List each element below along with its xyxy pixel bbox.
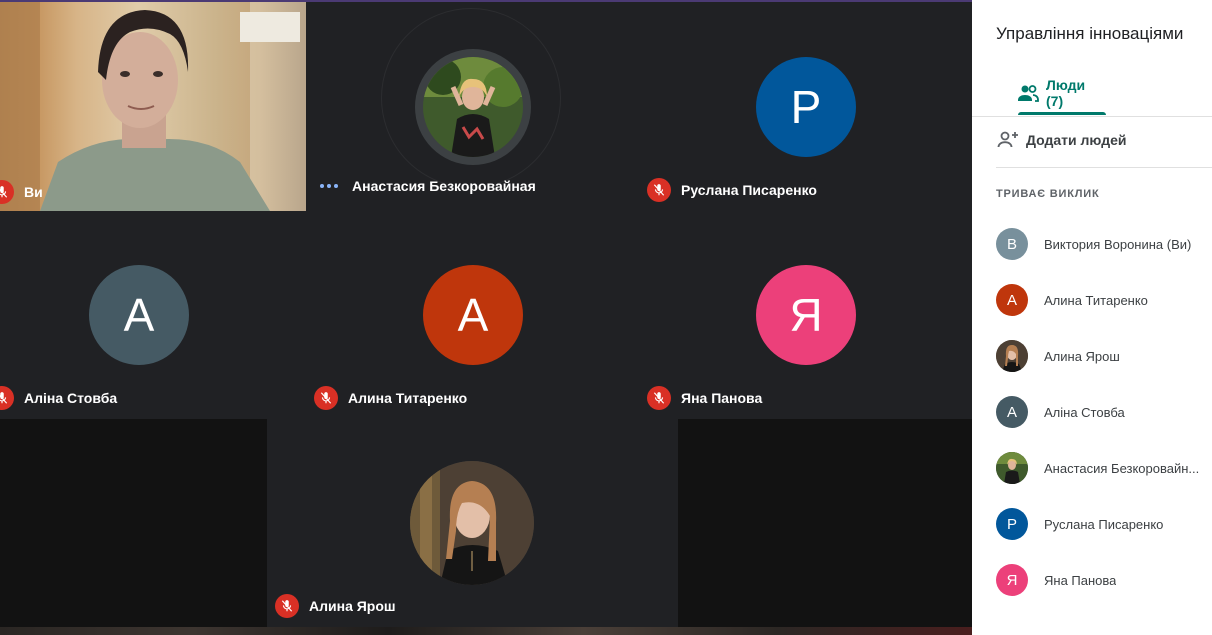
participant-name: Аліна Стовба: [24, 390, 118, 406]
people-icon: [1016, 81, 1040, 105]
participant-row[interactable]: Анастасия Безкоровайн...: [996, 452, 1212, 484]
name-tag: Алина Ярош: [275, 594, 396, 618]
name-tag: Аліна Стовба: [0, 386, 117, 410]
participant-avatar: [996, 340, 1028, 372]
add-people-label: Додати людей: [1026, 132, 1127, 148]
self-name-tag: Ви: [0, 180, 43, 204]
mic-off-icon: [0, 386, 14, 410]
participant-row-name: Виктория Воронина (Ви): [1044, 236, 1192, 252]
participant-row[interactable]: В Виктория Воронина (Ви): [996, 228, 1212, 260]
participant-row-name: Алина Титаренко: [1044, 292, 1148, 308]
tab-people[interactable]: Люди (7): [1018, 70, 1106, 116]
name-tag: Алина Титаренко: [314, 386, 467, 410]
participant-row-name: Руслана Писаренко: [1044, 516, 1164, 532]
avatar-ring: [415, 49, 531, 165]
people-panel: Управління інноваціями Люди (7) Додати л…: [972, 0, 1212, 635]
participant-avatar: В: [996, 228, 1028, 260]
participant-name: Анастасия Безкоровайная: [352, 178, 536, 194]
avatar-initial: А: [123, 289, 155, 341]
mic-off-icon: [647, 386, 671, 410]
mic-off-icon: [275, 594, 299, 618]
participant-avatar: [996, 452, 1028, 484]
participant-avatar: А: [996, 284, 1028, 316]
avatar: [423, 57, 523, 157]
name-tag: Яна Панова: [647, 386, 762, 410]
participant-name: Алина Ярош: [309, 598, 396, 614]
avatar-initial: Я: [789, 289, 823, 341]
participant-avatar: А: [996, 396, 1028, 428]
avatar: А: [89, 265, 189, 365]
name-tag: Анастасия Безкоровайная: [318, 178, 536, 194]
section-header: ТРИВАЄ ВИКЛИК: [996, 188, 1100, 200]
participant-name: Алина Титаренко: [348, 390, 468, 406]
empty-slot: [678, 419, 972, 627]
participant-row-name: Алина Ярош: [1044, 348, 1120, 364]
avatar: [410, 461, 534, 585]
bottom-strip: [0, 627, 972, 635]
avatar-initial: А: [457, 289, 489, 341]
participant-avatar: Я: [996, 564, 1028, 596]
participant-row-name: Анастасия Безкоровайн...: [1044, 460, 1200, 476]
self-video-feed: [0, 2, 306, 211]
participant-name: Руслана Писаренко: [681, 182, 817, 198]
tab-people-label: Люди (7): [1046, 77, 1086, 109]
avatar: Р: [756, 57, 856, 157]
participant-row[interactable]: А Алина Титаренко: [996, 284, 1212, 316]
meeting-title: Управління інноваціями: [996, 24, 1184, 43]
avatar: А: [423, 265, 523, 365]
avatar-photo: [410, 461, 534, 585]
empty-slot: [0, 419, 267, 627]
participant-row[interactable]: Алина Ярош: [996, 340, 1212, 372]
avatar-initial: Р: [790, 81, 822, 133]
participant-tile-alina-stovba[interactable]: А Аліна Стовба: [0, 210, 306, 419]
participant-tile-anastasia[interactable]: Анастасия Безкоровайная: [306, 0, 639, 210]
self-label: Ви: [24, 184, 43, 200]
add-people-button[interactable]: Додати людей: [996, 128, 1126, 152]
participant-row[interactable]: Я Яна Панова: [996, 564, 1212, 596]
divider: [996, 167, 1212, 168]
avatar: Я: [756, 265, 856, 365]
name-tag: Руслана Писаренко: [647, 178, 817, 202]
speaking-dots-icon: [320, 184, 338, 188]
person-add-icon: [996, 128, 1020, 152]
tab-indicator: [1018, 112, 1106, 115]
self-video-tile[interactable]: Ви: [0, 2, 306, 211]
mic-off-icon: [314, 386, 338, 410]
participant-row[interactable]: Р Руслана Писаренко: [996, 508, 1212, 540]
participant-avatar: Р: [996, 508, 1028, 540]
participant-tile-alina-titarenko[interactable]: А Алина Титаренко: [306, 210, 639, 419]
participant-name: Яна Панова: [681, 390, 763, 406]
participant-row-name: Яна Панова: [1044, 572, 1117, 588]
participant-row-name: Аліна Стовба: [1044, 404, 1125, 420]
mic-off-icon: [647, 178, 671, 202]
participant-tile-ruslana[interactable]: Р Руслана Писаренко: [639, 0, 972, 210]
mic-off-icon: [0, 180, 14, 204]
participant-tile-alina-yarosh[interactable]: Алина Ярош: [267, 419, 678, 627]
participant-tile-yana[interactable]: Я Яна Панова: [639, 210, 972, 419]
video-grid: Ви Анастасия Безкоровайная Р Руслана Пис…: [0, 0, 972, 635]
divider: [972, 116, 1212, 117]
participant-row[interactable]: А Аліна Стовба: [996, 396, 1212, 428]
